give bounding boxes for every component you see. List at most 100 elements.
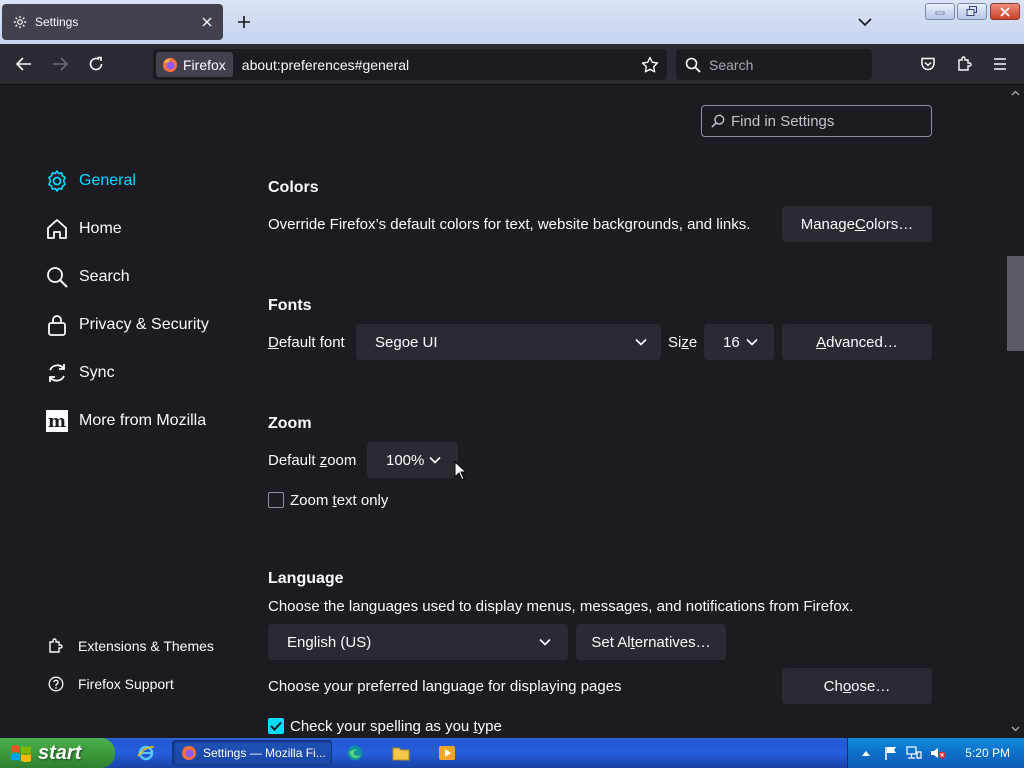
firefox-logo-icon [162,57,178,73]
flag-icon[interactable] [884,746,898,760]
default-zoom-label: Default zoom [268,452,357,469]
clock: 5:20 PM [965,746,1010,760]
default-font-select[interactable]: Segoe UI [356,324,661,360]
search-icon [685,57,701,73]
extensions-themes-link[interactable]: Extensions & Themes [46,635,214,657]
taskbar-item-label: Settings — Mozilla Fi... [203,746,326,760]
sidebar-item-sync[interactable]: Sync [44,358,115,388]
search-bar[interactable]: Search [676,49,872,80]
firefox-logo-icon [181,745,197,761]
sidebar-item-label: General [79,172,136,189]
gear-icon [12,14,28,30]
language-heading: Language [268,570,344,587]
sidebar-item-privacy[interactable]: Privacy & Security [44,310,209,340]
sync-icon [44,360,70,386]
zoom-value: 100% [386,451,425,469]
media-player-icon[interactable] [437,743,457,763]
list-all-tabs-button[interactable] [853,10,877,34]
folder-icon[interactable] [391,743,411,763]
pages-language-description: Choose your preferred language for displ… [268,678,622,695]
spellcheck-checkbox[interactable] [268,718,284,734]
scrollbar-track[interactable] [1007,86,1024,738]
sidebar-item-label: Search [79,268,130,285]
scrollbar-thumb[interactable] [1007,256,1024,351]
help-icon [46,674,66,694]
search-icon [44,264,70,290]
identity-label: Firefox [183,56,226,73]
font-size-select[interactable]: 16 [704,324,774,360]
zoom-text-only-checkbox[interactable] [268,492,284,508]
minimize-button[interactable] [925,3,955,20]
firefox-support-link[interactable]: Firefox Support [46,673,174,695]
home-icon [44,216,70,242]
footer-item-label: Firefox Support [78,676,174,692]
tab-settings[interactable]: Settings [2,4,223,40]
sidebar-item-mozilla[interactable]: m More from Mozilla [44,406,206,436]
url-text[interactable]: about:preferences#general [242,57,639,73]
mouse-cursor-icon [454,460,468,486]
windows-logo-icon [10,743,32,763]
show-hidden-icons-icon[interactable] [862,750,870,756]
chevron-down-icon [635,338,647,346]
colors-heading: Colors [268,179,319,196]
tab-title: Settings [35,15,79,29]
language-value: English (US) [287,633,372,651]
taskbar-item-firefox[interactable]: Settings — Mozilla Fi... [172,740,332,766]
bookmark-star-icon[interactable] [639,54,661,76]
close-tab-icon[interactable] [197,12,217,32]
chevron-down-icon [539,638,551,646]
size-label: Size [668,334,698,351]
font-size-value: 16 [723,333,740,351]
puzzle-icon [46,636,66,656]
network-icon[interactable] [906,746,922,760]
internet-explorer-icon[interactable] [136,743,156,763]
language-description: Choose the languages used to display men… [268,598,854,615]
language-select[interactable]: English (US) [268,624,568,660]
set-alternatives-button[interactable]: Set Al t ernatives… [576,624,726,660]
start-label: start [38,741,82,764]
find-placeholder: Find in Settings [731,112,835,130]
new-tab-button[interactable] [232,10,256,34]
search-icon [711,114,725,128]
sidebar-item-label: Home [79,220,122,237]
default-zoom-select[interactable]: 100% [367,442,458,478]
close-window-button[interactable] [990,3,1020,20]
fonts-heading: Fonts [268,297,312,314]
sidebar-item-general[interactable]: General [44,166,136,196]
volume-muted-icon[interactable] [930,746,946,760]
sidebar-item-search[interactable]: Search [44,262,130,292]
sidebar-item-home[interactable]: Home [44,214,122,244]
zoom-text-only-label[interactable]: Zoom text only [290,492,388,509]
choose-language-button[interactable]: Ch o ose… [782,668,932,704]
checkbox-box[interactable] [268,718,284,734]
zoom-heading: Zoom [268,415,312,432]
mozilla-icon: m [44,408,70,434]
edge-icon[interactable] [345,743,365,763]
pocket-icon[interactable] [914,50,942,78]
manage-colors-button[interactable]: Manage Colors… [782,206,932,242]
restore-button[interactable] [957,3,987,20]
checkbox-box[interactable] [268,492,284,508]
find-in-settings-input[interactable]: Find in Settings [701,105,932,137]
extensions-icon[interactable] [950,50,978,78]
footer-item-label: Extensions & Themes [78,638,214,654]
identity-box[interactable]: Firefox [156,52,233,77]
menu-hamburger-icon[interactable] [986,50,1014,78]
url-bar[interactable]: Firefox about:preferences#general [153,49,667,80]
start-button[interactable]: start [0,738,115,768]
reload-button[interactable] [82,50,110,78]
spellcheck-label[interactable]: Check your spelling as you type [290,718,502,735]
chevron-down-icon [429,456,441,464]
sidebar-item-label: More from Mozilla [79,412,207,429]
svg-text:m: m [48,412,66,432]
forward-button[interactable] [46,50,74,78]
default-font-label: Default font [268,334,345,351]
advanced-fonts-button[interactable]: Advanced… [782,324,932,360]
search-placeholder: Search [709,56,754,73]
colors-description: Override Firefox’s default colors for te… [268,216,751,233]
default-font-value: Segoe UI [375,333,438,351]
back-button[interactable] [10,50,38,78]
gear-icon [44,168,70,194]
sidebar-item-label: Privacy & Security [79,316,209,333]
lock-icon [44,312,70,338]
